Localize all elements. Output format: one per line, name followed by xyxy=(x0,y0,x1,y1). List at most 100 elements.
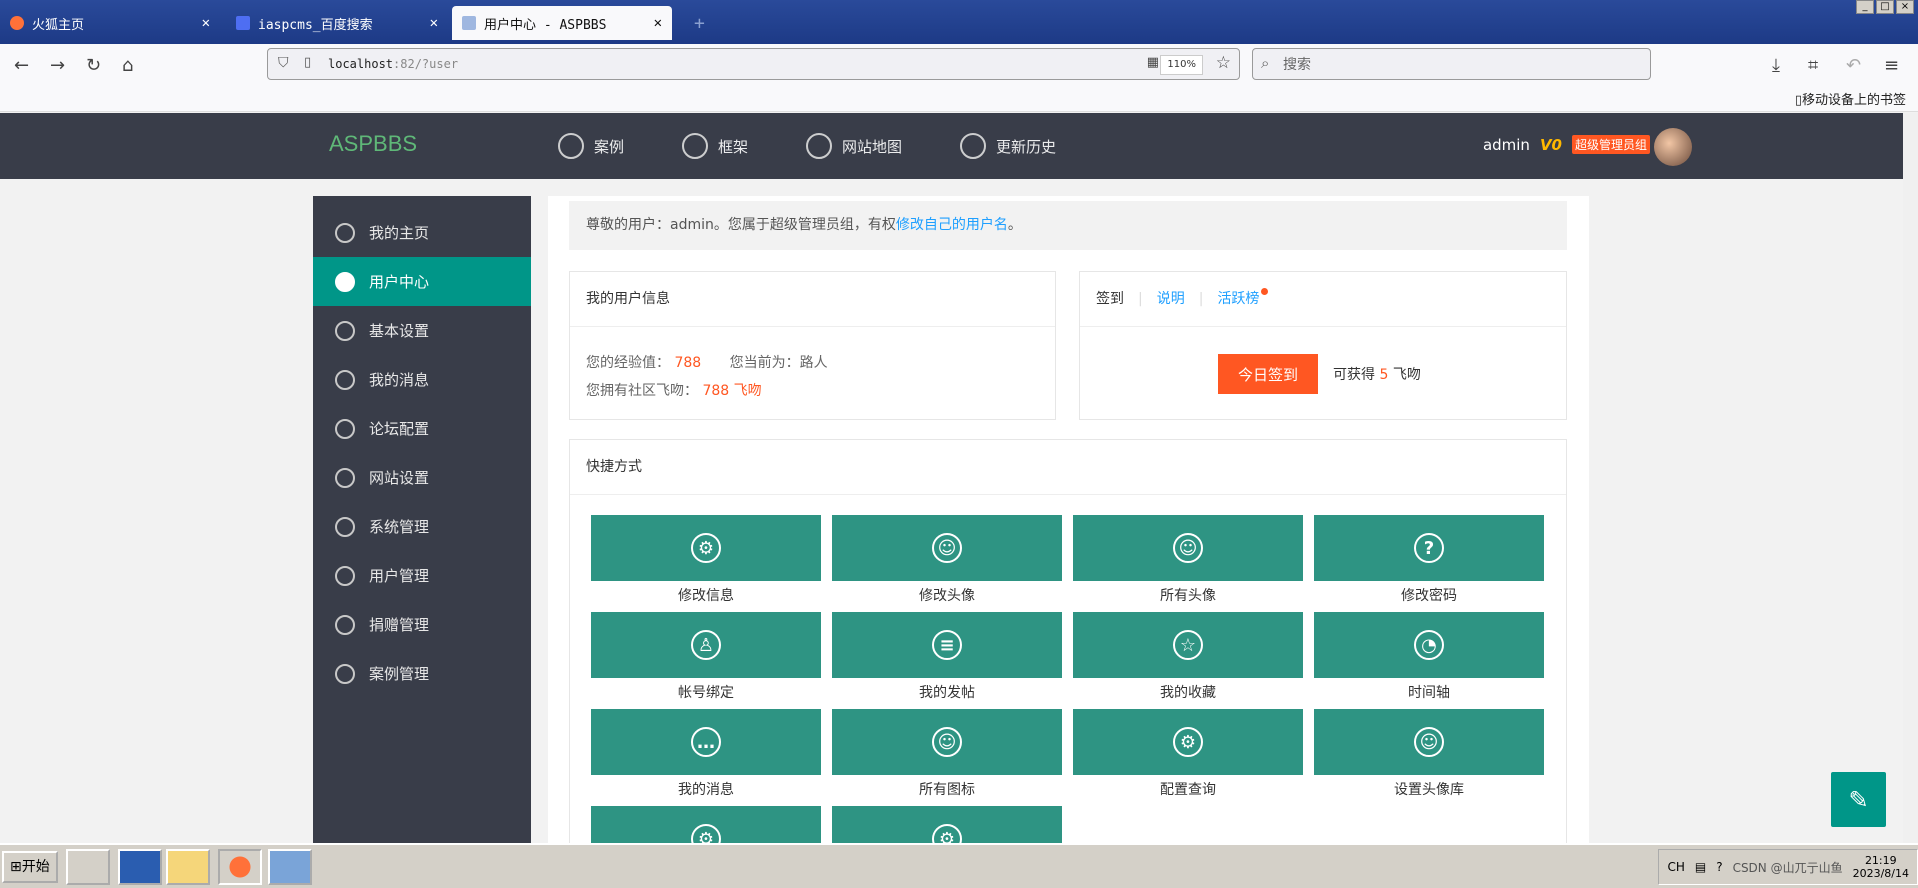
shortcut-tile-button[interactable]: ☺ xyxy=(832,709,1062,775)
reload-icon[interactable]: ↻ xyxy=(86,55,101,76)
mobile-bookmarks-link[interactable]: ▯移动设备上的书签 xyxy=(1795,89,1906,108)
shortcut-tile[interactable]: ⚙ 配置查询 xyxy=(1073,709,1303,799)
taskbar-app-powershell[interactable] xyxy=(118,849,162,885)
sign-reward: 可获得 5 飞吻 xyxy=(1333,367,1421,383)
shortcut-tile-button[interactable]: ☺ xyxy=(832,515,1062,581)
shortcut-tile-button[interactable]: ◔ xyxy=(1314,612,1544,678)
nav-item-framework[interactable]: 框架 xyxy=(682,133,748,159)
rename-link[interactable]: 修改自己的用户名 xyxy=(896,217,1008,233)
sidebar-item-site-settings[interactable]: 网站设置 xyxy=(313,453,531,502)
shortcut-tile-button[interactable]: ☆ xyxy=(1073,612,1303,678)
gear-icon: ⚙ xyxy=(1173,727,1203,757)
sidebar-item-messages[interactable]: 我的消息 xyxy=(313,355,531,404)
sidebar: 我的主页 用户中心 基本设置 我的消息 论坛配置 网站设置 系统管理 用户管理 … xyxy=(313,196,531,846)
maximize-icon[interactable]: □ xyxy=(1876,0,1894,14)
question-icon: ? xyxy=(1414,533,1444,563)
clock[interactable]: 21:19 2023/8/14 xyxy=(1853,854,1909,880)
nav-item-sitemap[interactable]: 网站地图 xyxy=(806,133,902,159)
shortcut-tile[interactable]: ☺ 修改头像 xyxy=(832,515,1062,605)
sidebar-item-user-center[interactable]: 用户中心 xyxy=(313,257,531,306)
home-icon[interactable]: ⌂ xyxy=(122,55,133,76)
forward-arrow-icon[interactable]: → xyxy=(50,55,65,76)
tab-rank[interactable]: 活跃榜 xyxy=(1217,291,1259,307)
paper-plane-icon xyxy=(335,222,355,243)
sidebar-item-cases[interactable]: 案例管理 xyxy=(313,649,531,698)
sidebar-item-home[interactable]: 我的主页 xyxy=(313,208,531,257)
site-logo[interactable]: ASPBBS xyxy=(329,131,417,157)
sidebar-item-users[interactable]: 用户管理 xyxy=(313,551,531,600)
sign-in-card: 签到 | 说明 | 活跃榜 今日签到 可获得 5 飞吻 xyxy=(1079,271,1567,420)
sign-in-button[interactable]: 今日签到 xyxy=(1218,354,1318,394)
sidebar-item-forum-config[interactable]: 论坛配置 xyxy=(313,404,531,453)
taskbar-app-firefox[interactable] xyxy=(218,849,262,885)
search-placeholder: 搜索 xyxy=(1283,57,1311,73)
shortcut-tile[interactable]: ☺ 设置头像库 xyxy=(1314,709,1544,799)
download-icon[interactable]: ⤓ xyxy=(1772,55,1780,76)
shortcut-tile-button[interactable]: ? xyxy=(1314,515,1544,581)
nav-item-history[interactable]: 更新历史 xyxy=(960,133,1056,159)
browser-tab-3[interactable]: 用户中心 - ASPBBS ✕ xyxy=(452,6,672,40)
shortcut-tile[interactable]: ♙ 帐号绑定 xyxy=(591,612,821,702)
zoom-level[interactable]: 110% xyxy=(1160,55,1203,75)
tab-sign[interactable]: 签到 xyxy=(1096,291,1124,307)
shortcut-tile[interactable]: ⚙ 修改信息 xyxy=(591,515,821,605)
url-bar[interactable]: ⛉ ▯ localhost:82/?user ▦ 110% ☆ xyxy=(267,48,1240,80)
close-icon[interactable]: ✕ xyxy=(430,15,438,31)
close-window-icon[interactable]: × xyxy=(1896,0,1914,14)
back-arrow-icon[interactable]: ← xyxy=(14,55,29,76)
book-icon xyxy=(335,663,355,684)
shortcut-tile-button[interactable]: ☺ xyxy=(1314,709,1544,775)
taskbar-app-iis[interactable] xyxy=(268,849,312,885)
tab-title: 火狐主页 xyxy=(32,17,85,33)
shortcut-tile-button[interactable]: … xyxy=(591,709,821,775)
network-icon[interactable]: ▤ xyxy=(1695,860,1706,874)
edit-fab-button[interactable]: ✎ xyxy=(1831,772,1886,827)
new-tab-button[interactable]: + xyxy=(684,6,714,40)
close-icon[interactable]: ✕ xyxy=(202,15,210,31)
minimize-icon[interactable]: _ xyxy=(1856,0,1874,14)
shield-icon[interactable]: ⛉ xyxy=(278,55,289,71)
shortcut-tile-button[interactable]: ☺ xyxy=(1073,515,1303,581)
avatar[interactable] xyxy=(1654,128,1692,166)
user-info[interactable]: admin V0 超级管理员组 xyxy=(1483,135,1650,154)
shortcut-tile[interactable]: ☆ 我的收藏 xyxy=(1073,612,1303,702)
shortcut-tile[interactable]: ◔ 时间轴 xyxy=(1314,612,1544,702)
username[interactable]: admin xyxy=(1483,136,1530,154)
shortcut-tile-button[interactable]: ⚙ xyxy=(1073,709,1303,775)
shortcut-tile[interactable]: ? 修改密码 xyxy=(1314,515,1544,605)
screenshot-icon[interactable]: ⌗ xyxy=(1808,55,1818,76)
shortcut-tile[interactable]: ≡ 我的发帖 xyxy=(832,612,1062,702)
shortcut-label: 时间轴 xyxy=(1408,685,1450,701)
menu-icon[interactable]: ≡ xyxy=(1884,55,1899,76)
shortcut-tile-button[interactable]: ♙ xyxy=(591,612,821,678)
qr-code-icon[interactable]: ▦ xyxy=(1147,55,1159,70)
language-indicator[interactable]: CH xyxy=(1667,860,1684,874)
browser-tab-2[interactable]: iaspcms_百度搜索 ✕ xyxy=(226,6,448,40)
shortcut-tile-button[interactable]: ≡ xyxy=(832,612,1062,678)
kiss-label: 您拥有社区飞吻： xyxy=(586,383,698,399)
shortcut-tile[interactable]: ☺ 所有图标 xyxy=(832,709,1062,799)
nav-item-cases[interactable]: 案例 xyxy=(558,133,624,159)
close-icon[interactable]: ✕ xyxy=(654,15,662,31)
shortcut-tile[interactable]: ☺ 所有头像 xyxy=(1073,515,1303,605)
start-button[interactable]: ⊞开始 xyxy=(2,851,58,883)
shortcut-tile-button[interactable]: ⚙ xyxy=(591,515,821,581)
clock-icon: ◔ xyxy=(1414,630,1444,660)
sidebar-item-basic-settings[interactable]: 基本设置 xyxy=(313,306,531,355)
scrollbar[interactable] xyxy=(1903,113,1918,846)
notification-dot xyxy=(1261,288,1269,295)
taskbar-app-explorer[interactable] xyxy=(166,849,210,885)
star-bookmark-icon[interactable]: ☆ xyxy=(1216,53,1231,73)
browser-tab-1[interactable]: 火狐主页 ✕ xyxy=(0,6,220,40)
taskbar-app-server-manager[interactable] xyxy=(66,849,110,885)
help-icon[interactable]: ? xyxy=(1716,860,1722,874)
shortcut-label: 设置头像库 xyxy=(1394,782,1464,798)
shortcut-label: 我的收藏 xyxy=(1160,685,1216,701)
undo-icon[interactable]: ↶ xyxy=(1846,55,1861,76)
url-text[interactable]: localhost:82/?user xyxy=(328,57,458,71)
sidebar-item-system[interactable]: 系统管理 xyxy=(313,502,531,551)
shortcut-tile[interactable]: … 我的消息 xyxy=(591,709,821,799)
tab-explain[interactable]: 说明 xyxy=(1157,291,1185,307)
sidebar-item-donations[interactable]: 捐赠管理 xyxy=(313,600,531,649)
search-input[interactable]: ⌕ 搜索 xyxy=(1252,48,1651,80)
